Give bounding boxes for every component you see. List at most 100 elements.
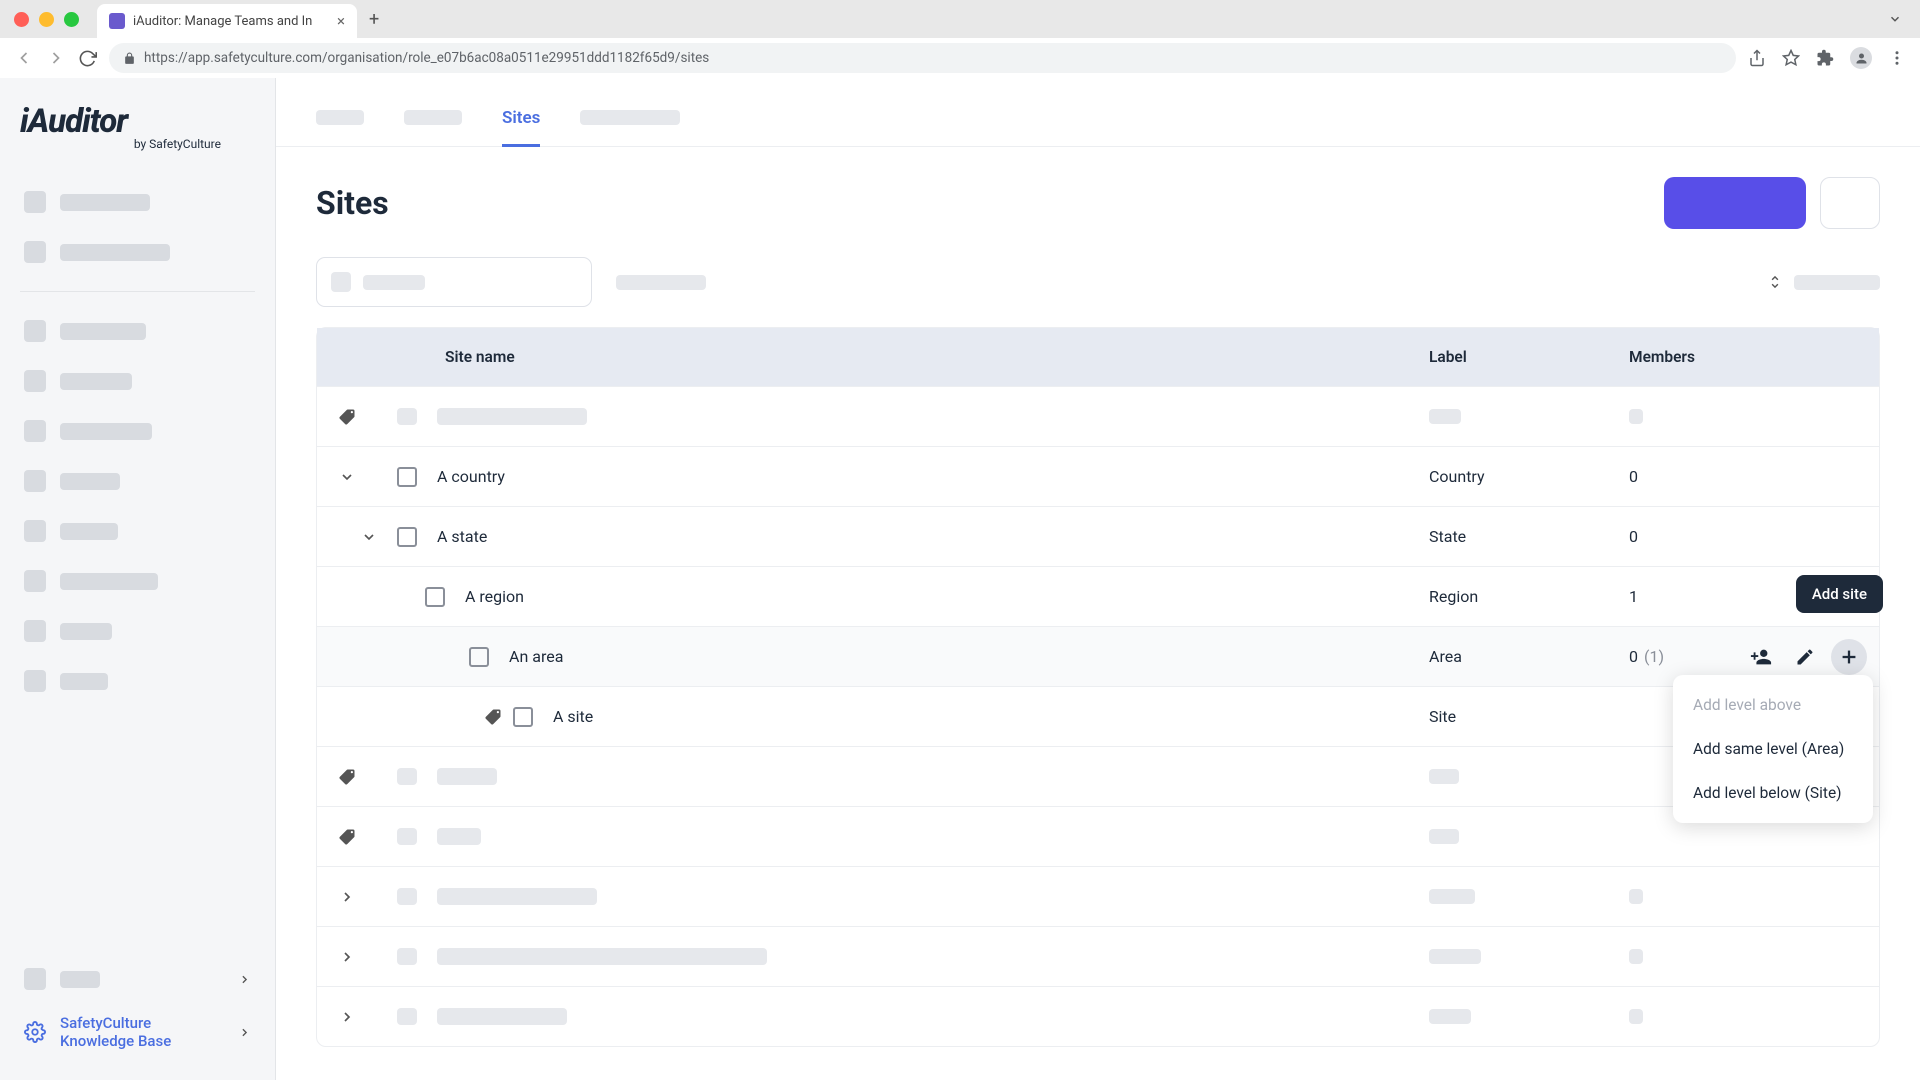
kb-line1: SafetyCulture <box>60 1014 171 1032</box>
url-input[interactable]: https://app.safetyculture.com/organisati… <box>109 43 1736 73</box>
kebab-menu-icon[interactable] <box>1888 49 1906 67</box>
tab-placeholder[interactable]: xxxxxxxx <box>580 98 680 146</box>
sidebar: iAuditor by SafetyCulture <box>0 78 276 1080</box>
add-site-dropdown: Add level above Add same level (Area) Ad… <box>1673 675 1873 823</box>
chevron-right-icon <box>238 973 251 986</box>
browser-toolbar-icons <box>1748 47 1906 69</box>
maximize-window-button[interactable] <box>64 12 79 27</box>
expand-toggle[interactable] <box>317 1009 377 1025</box>
share-icon[interactable] <box>1748 49 1766 67</box>
row-checkbox[interactable] <box>397 527 417 547</box>
collapse-expand-toggle[interactable] <box>1768 274 1880 290</box>
tab-close-icon[interactable]: × <box>337 12 345 30</box>
table-row[interactable] <box>317 386 1879 446</box>
title-actions <box>1664 177 1880 229</box>
table-row[interactable]: A region Region 1 <box>317 566 1879 626</box>
header-label: Label <box>1429 348 1629 366</box>
expand-toggle[interactable] <box>317 469 377 485</box>
site-name: A state <box>437 527 1429 546</box>
sidebar-item-placeholder[interactable] <box>20 356 255 406</box>
window-controls <box>14 12 79 27</box>
tag-icon <box>338 828 356 846</box>
table-row[interactable] <box>317 746 1879 806</box>
site-name: An area <box>509 647 1429 666</box>
sidebar-item-placeholder[interactable] <box>20 456 255 506</box>
sidebar-item-placeholder[interactable] <box>20 506 255 556</box>
page-title: Sites <box>316 184 389 222</box>
dropdown-add-same-level[interactable]: Add same level (Area) <box>1673 727 1873 771</box>
reload-button[interactable] <box>78 49 97 68</box>
forward-button[interactable] <box>46 48 66 68</box>
row-actions <box>1743 639 1867 675</box>
browser-tab[interactable]: iAuditor: Manage Teams and In × <box>97 4 357 38</box>
sidebar-item-placeholder[interactable] <box>20 227 255 277</box>
logo-text: iAuditor <box>20 102 255 141</box>
table-row[interactable]: A state State 0 <box>317 506 1879 566</box>
table-row[interactable] <box>317 986 1879 1046</box>
search-icon <box>331 272 351 292</box>
tab-placeholder[interactable]: xxxxx <box>404 98 462 146</box>
expand-toggle[interactable] <box>317 649 449 665</box>
filter-placeholder[interactable] <box>616 275 706 290</box>
sidebar-item-placeholder[interactable] <box>20 177 255 227</box>
table-row[interactable]: A site Site <box>317 686 1879 746</box>
primary-action-button[interactable] <box>1664 177 1806 229</box>
expand-toggle[interactable] <box>317 589 405 605</box>
extensions-icon[interactable] <box>1816 49 1834 67</box>
sidebar-knowledge-base[interactable]: SafetyCulture Knowledge Base <box>20 1002 255 1062</box>
bookmark-icon[interactable] <box>1782 49 1800 67</box>
browser-chrome: iAuditor: Manage Teams and In × + https:… <box>0 0 1920 78</box>
tab-placeholder[interactable]: xxxx <box>316 98 364 146</box>
back-button[interactable] <box>14 48 34 68</box>
table-row[interactable]: A country Country 0 <box>317 446 1879 506</box>
sidebar-item-placeholder[interactable] <box>20 406 255 456</box>
site-name: A country <box>437 467 1429 486</box>
table-header: Site name Label Members <box>317 328 1879 386</box>
table-row[interactable] <box>317 866 1879 926</box>
site-label: Region <box>1429 587 1629 606</box>
search-placeholder <box>363 275 425 290</box>
header-site-name: Site name <box>437 348 1429 366</box>
sidebar-item-placeholder[interactable] <box>20 556 255 606</box>
sidebar-item-placeholder[interactable] <box>20 956 255 1002</box>
site-name: A site <box>553 707 1429 726</box>
expand-toggle[interactable] <box>317 889 377 905</box>
tab-bar: iAuditor: Manage Teams and In × + <box>0 0 1920 38</box>
table-row-active[interactable]: An area Area 0 (1) <box>317 626 1879 686</box>
site-label: Country <box>1429 467 1629 486</box>
table-row[interactable] <box>317 926 1879 986</box>
secondary-action-button[interactable] <box>1820 177 1880 229</box>
header-members: Members <box>1629 348 1879 366</box>
table-row[interactable] <box>317 806 1879 866</box>
new-tab-button[interactable]: + <box>369 9 379 30</box>
edit-button[interactable] <box>1787 639 1823 675</box>
kb-line2: Knowledge Base <box>60 1032 171 1050</box>
dropdown-add-level-below[interactable]: Add level below (Site) <box>1673 771 1873 815</box>
row-checkbox[interactable] <box>425 587 445 607</box>
profile-avatar[interactable] <box>1850 47 1872 69</box>
pencil-icon <box>1795 647 1815 667</box>
row-checkbox[interactable] <box>513 707 533 727</box>
page-content: Sites <box>276 147 1920 1077</box>
site-label: State <box>1429 527 1629 546</box>
row-checkbox[interactable] <box>469 647 489 667</box>
search-input[interactable] <box>316 257 592 307</box>
add-site-button[interactable] <box>1831 639 1867 675</box>
sidebar-item-placeholder[interactable] <box>20 306 255 356</box>
site-label: Site <box>1429 707 1629 726</box>
address-bar: https://app.safetyculture.com/organisati… <box>0 38 1920 78</box>
sidebar-item-placeholder[interactable] <box>20 656 255 706</box>
plus-icon <box>1838 646 1860 668</box>
minimize-window-button[interactable] <box>39 12 54 27</box>
collapse-icon <box>1768 274 1782 290</box>
add-site-tooltip: Add site <box>1796 575 1883 613</box>
expand-toggle[interactable] <box>317 949 377 965</box>
close-window-button[interactable] <box>14 12 29 27</box>
sidebar-item-placeholder[interactable] <box>20 606 255 656</box>
expand-toggle[interactable] <box>317 529 377 545</box>
tabs-dropdown-icon[interactable] <box>1888 12 1902 26</box>
tab-sites[interactable]: Sites <box>502 98 540 146</box>
site-name: A region <box>465 587 1429 606</box>
add-member-button[interactable] <box>1743 639 1779 675</box>
row-checkbox[interactable] <box>397 467 417 487</box>
